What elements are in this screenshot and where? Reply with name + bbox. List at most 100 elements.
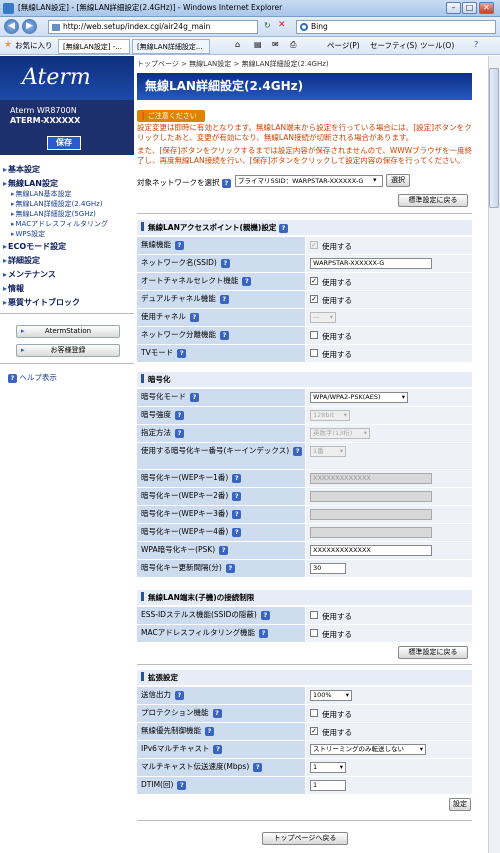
- feeds-icon[interactable]: ▤: [254, 40, 262, 49]
- tools-menu[interactable]: ツール(O): [420, 40, 454, 51]
- network-select[interactable]: プライマリSSID：WARPSTAR-XXXXXX-G: [235, 175, 383, 187]
- dropdown-select[interactable]: ストリーミングのみ転送しない: [310, 744, 426, 755]
- atermstation-button[interactable]: AtermStation: [16, 325, 120, 338]
- help-icon[interactable]: ?: [260, 610, 270, 620]
- help-icon[interactable]: ?: [220, 330, 229, 340]
- help-menu-icon[interactable]: ?: [474, 40, 478, 49]
- maximize-button[interactable]: □: [462, 2, 477, 14]
- apply-button[interactable]: 設定: [449, 798, 471, 811]
- help-icon[interactable]: ?: [175, 690, 184, 700]
- text-input[interactable]: [310, 491, 432, 502]
- dropdown-select[interactable]: 1番: [310, 446, 346, 457]
- help-icon[interactable]: ?: [190, 392, 199, 402]
- sidebar-item-mac-filter[interactable]: MACアドレスフィルタリング: [11, 219, 108, 229]
- help-icon[interactable]: ?: [259, 628, 269, 638]
- text-input[interactable]: XXXXXXXXXXXXX: [310, 545, 432, 556]
- back-icon[interactable]: ◀: [4, 19, 19, 34]
- favorites-star-icon[interactable]: ★: [4, 41, 12, 50]
- dropdown-select[interactable]: 1: [310, 762, 346, 773]
- page-menu[interactable]: ページ(P): [327, 40, 360, 51]
- help-icon[interactable]: ?: [253, 762, 263, 772]
- sidebar-advanced[interactable]: 詳細設定: [3, 255, 40, 266]
- scrollbar-thumb[interactable]: [489, 68, 499, 208]
- text-input[interactable]: 30: [310, 563, 346, 574]
- help-link[interactable]: ? ヘルプ表示: [8, 372, 57, 383]
- text-input[interactable]: [310, 509, 432, 520]
- checkbox[interactable]: [310, 331, 318, 339]
- help-icon[interactable]: ?: [293, 446, 303, 456]
- safety-menu[interactable]: セーフティ(S): [370, 40, 417, 51]
- help-icon[interactable]: ?: [189, 312, 199, 322]
- help-icon[interactable]: ?: [221, 178, 231, 188]
- row-label-text: 使用する暗号化キー番号(キーインデックス): [141, 446, 290, 455]
- help-icon[interactable]: ?: [232, 509, 242, 519]
- help-icon[interactable]: ?: [232, 491, 242, 501]
- print-icon[interactable]: ⎙: [290, 40, 296, 50]
- help-icon[interactable]: ?: [242, 276, 252, 286]
- sidebar-info[interactable]: 情報: [3, 283, 24, 294]
- help-icon[interactable]: ?: [220, 258, 230, 268]
- text-input[interactable]: 1: [310, 780, 346, 791]
- help-icon[interactable]: ?: [278, 223, 288, 233]
- minimize-button[interactable]: –: [446, 2, 461, 14]
- help-icon[interactable]: ?: [219, 294, 229, 304]
- dropdown-select[interactable]: WPA/WPA2-PSK(AES): [310, 392, 408, 403]
- text-input[interactable]: XXXXXXXXXXXXX: [310, 473, 432, 484]
- help-icon[interactable]: ?: [232, 473, 242, 483]
- help-icon[interactable]: ?: [175, 428, 184, 438]
- help-icon[interactable]: ?: [225, 563, 235, 573]
- help-icon[interactable]: ?: [212, 708, 222, 718]
- sidebar-item-wireless-5ghz[interactable]: 無線LAN詳細設定(5GHz): [11, 209, 96, 219]
- checkbox[interactable]: [310, 349, 318, 357]
- settings-row: 暗号化キー(WEPキー4番)?: [137, 524, 472, 541]
- checkbox[interactable]: ✓: [310, 727, 318, 735]
- search-field[interactable]: Bing: [296, 20, 496, 34]
- row-label: 暗号化キー(WEPキー4番)?: [137, 524, 305, 541]
- reset-defaults-button-top[interactable]: 標準設定に戻る: [398, 194, 468, 207]
- checkbox[interactable]: [310, 629, 318, 637]
- sidebar-basic-settings[interactable]: 基本設定: [3, 164, 40, 175]
- dropdown-select[interactable]: 100%: [310, 690, 352, 701]
- select-button[interactable]: 選択: [386, 174, 410, 187]
- help-icon[interactable]: ?: [177, 780, 187, 790]
- forward-icon[interactable]: ▶: [22, 19, 37, 34]
- tab-2[interactable]: [無線LAN詳細設定...: [132, 39, 210, 54]
- tab-1[interactable]: [無線LAN設定] -...: [58, 39, 130, 54]
- text-input[interactable]: WARPSTAR-XXXXXX-G: [310, 258, 432, 269]
- help-icon[interactable]: ?: [219, 545, 229, 555]
- sidebar-item-wps[interactable]: WPS設定: [11, 229, 46, 239]
- sidebar-site-block[interactable]: 悪質サイトブロック: [3, 297, 80, 308]
- checkbox[interactable]: [310, 611, 318, 619]
- reset-defaults-button-bottom[interactable]: 標準設定に戻る: [398, 646, 468, 659]
- help-icon[interactable]: ?: [232, 527, 242, 537]
- refresh-icon[interactable]: ↻: [264, 21, 271, 30]
- address-field[interactable]: http://web.setup/index.cgi/air24g_main: [48, 20, 258, 34]
- stop-icon[interactable]: ✕: [278, 20, 286, 30]
- dropdown-select[interactable]: 英数字(13桁): [310, 428, 370, 439]
- sidebar-wireless-settings[interactable]: 無線LAN設定: [3, 178, 58, 189]
- help-icon[interactable]: ?: [213, 744, 223, 754]
- help-icon[interactable]: ?: [177, 348, 187, 358]
- text-input[interactable]: [310, 527, 432, 538]
- checkbox[interactable]: ✓: [310, 277, 318, 285]
- checkbox[interactable]: ✓: [310, 241, 318, 249]
- home-icon[interactable]: ⌂: [235, 40, 240, 49]
- checkbox[interactable]: [310, 709, 318, 717]
- row-value: XXXXXXXXXXXXX: [306, 542, 472, 559]
- help-icon[interactable]: ?: [175, 410, 184, 420]
- customer-registration-button[interactable]: お客様登録: [16, 344, 120, 357]
- sidebar-eco-mode[interactable]: ECOモード設定: [3, 241, 66, 252]
- sidebar-item-wireless-basic[interactable]: 無線LAN基本設定: [11, 189, 72, 199]
- dropdown-select[interactable]: 128bit: [310, 410, 350, 421]
- close-button[interactable]: ✕: [479, 2, 494, 14]
- favorites-button[interactable]: お気に入り: [15, 39, 53, 53]
- save-button[interactable]: 保存: [47, 136, 81, 150]
- help-icon[interactable]: ?: [205, 726, 214, 736]
- sidebar-maintenance[interactable]: メンテナンス: [3, 269, 56, 280]
- back-to-top-button[interactable]: トップページへ戻る: [262, 832, 348, 845]
- dropdown-select[interactable]: ―: [310, 312, 336, 323]
- mail-icon[interactable]: ✉: [272, 40, 279, 49]
- checkbox[interactable]: ✓: [310, 295, 318, 303]
- sidebar-item-wireless-24ghz[interactable]: 無線LAN詳細設定(2.4GHz): [11, 199, 103, 209]
- help-icon[interactable]: ?: [175, 240, 184, 250]
